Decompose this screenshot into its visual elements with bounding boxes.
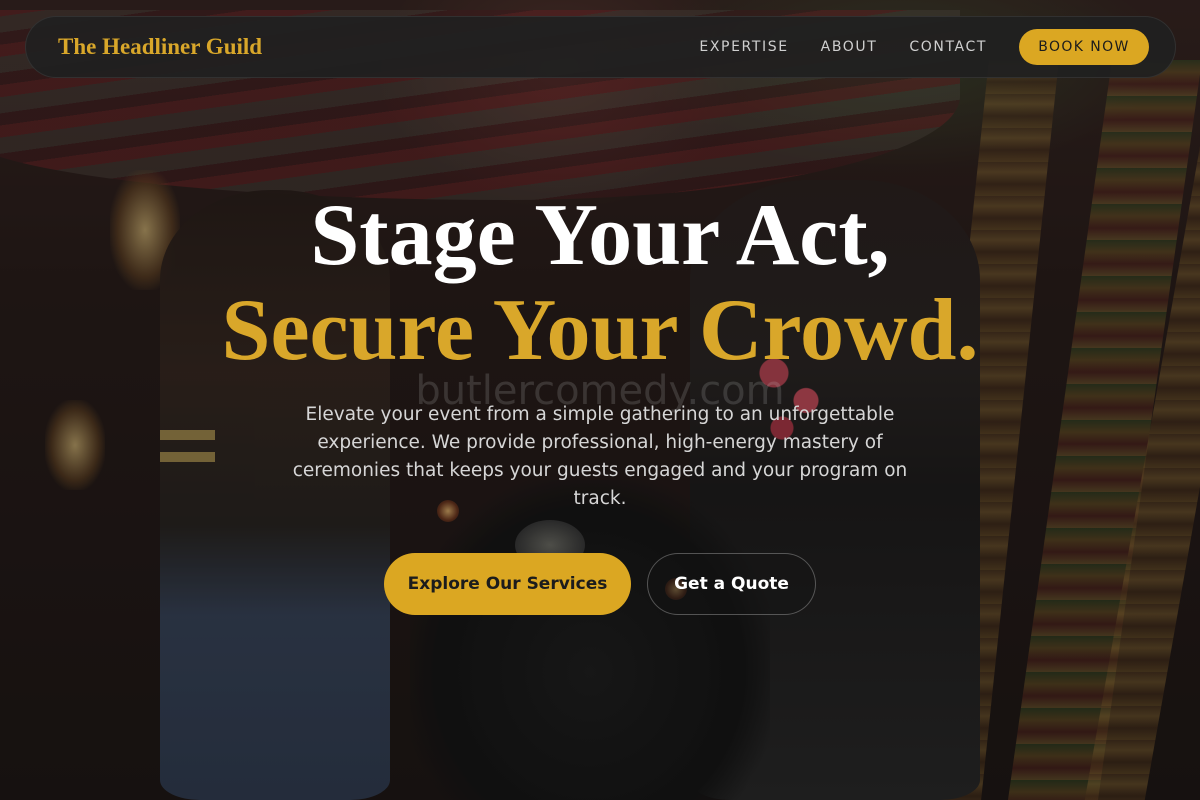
get-quote-button[interactable]: Get a Quote bbox=[647, 553, 816, 615]
hero-subtitle: Elevate your event from a simple gatheri… bbox=[292, 404, 908, 509]
hero-section: Stage Your Act, Secure Your Crowd. butle… bbox=[0, 0, 1200, 800]
hero-headline-line2: Secure Your Crowd. bbox=[221, 282, 979, 379]
hero-headline-line1: Stage Your Act, bbox=[310, 187, 890, 284]
explore-services-button[interactable]: Explore Our Services bbox=[384, 553, 631, 615]
